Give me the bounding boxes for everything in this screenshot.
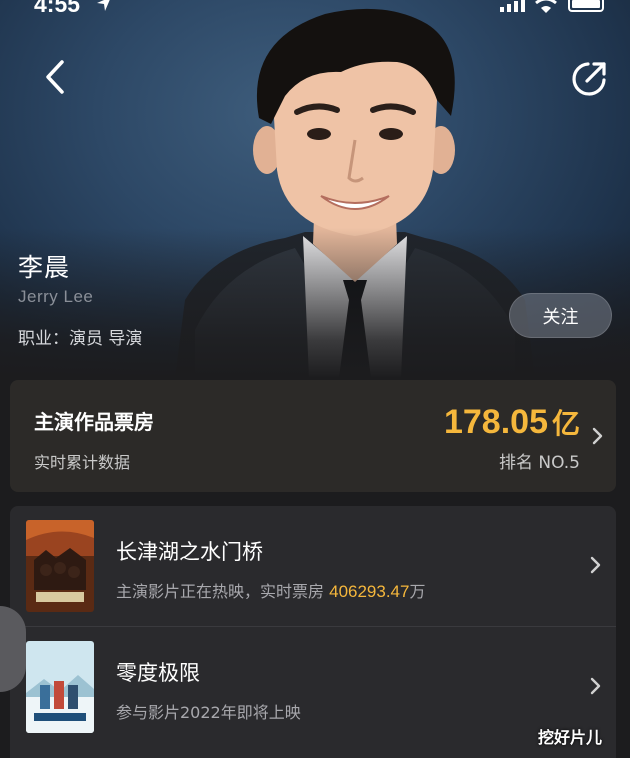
actor-name-english: Jerry Lee [18,287,94,306]
watermark: 挖好片儿 [538,728,603,747]
box-office-rank: 排名 NO.5 [498,453,580,473]
box-office-amount: 178.05 亿 [444,402,580,442]
chevron-right-icon [592,427,603,445]
share-button[interactable] [566,56,612,102]
location-arrow-icon [97,0,110,11]
chevron-right-icon [590,556,601,574]
follow-button[interactable]: 关注 [509,293,612,338]
actor-profession: 职业：演员 导演 [18,329,143,349]
list-item[interactable]: 零度极限 参与影片2022年即将上映 [10,626,616,747]
film-box-office-value: 406293.47 [329,582,410,601]
status-time: 4:55 [34,0,81,17]
floating-assistive-button[interactable] [0,606,26,692]
box-office-card[interactable]: 主演作品票房 实时累计数据 178.05 亿 排名 NO.5 [10,380,616,492]
film-title: 零度极限 [116,661,200,685]
cellular-signal-icon [500,0,525,12]
actor-name: 李晨 [18,253,71,282]
box-office-amount-number: 178.05 [443,403,548,441]
box-office-title: 主演作品票房 [34,410,154,434]
film-poster [26,641,94,733]
chevron-right-icon [590,677,601,695]
list-item[interactable]: 长津湖之水门桥 主演影片正在热映，实时票房 406293.47万 [10,506,616,626]
film-title: 长津湖之水门桥 [116,540,263,564]
film-description-text: 主演影片正在热映，实时票房 [116,582,325,601]
film-description: 参与影片2022年即将上映 [116,703,301,722]
film-poster [26,520,94,612]
film-description: 主演影片正在热映，实时票房 406293.47万 [116,578,426,602]
profile-hero: 4:55 李晨 Jerry Lee 职业：演员 导演 关注 [0,0,630,378]
box-office-amount-unit: 亿 [551,407,580,440]
battery-icon [568,0,604,12]
film-box-office-unit: 万 [409,582,426,601]
box-office-subtitle: 实时累计数据 [34,453,131,472]
status-bar: 4:55 [0,0,630,22]
back-button[interactable] [36,56,78,98]
wifi-icon [535,0,557,13]
film-list: 长津湖之水门桥 主演影片正在热映，实时票房 406293.47万 零度极限 参与… [10,506,616,758]
